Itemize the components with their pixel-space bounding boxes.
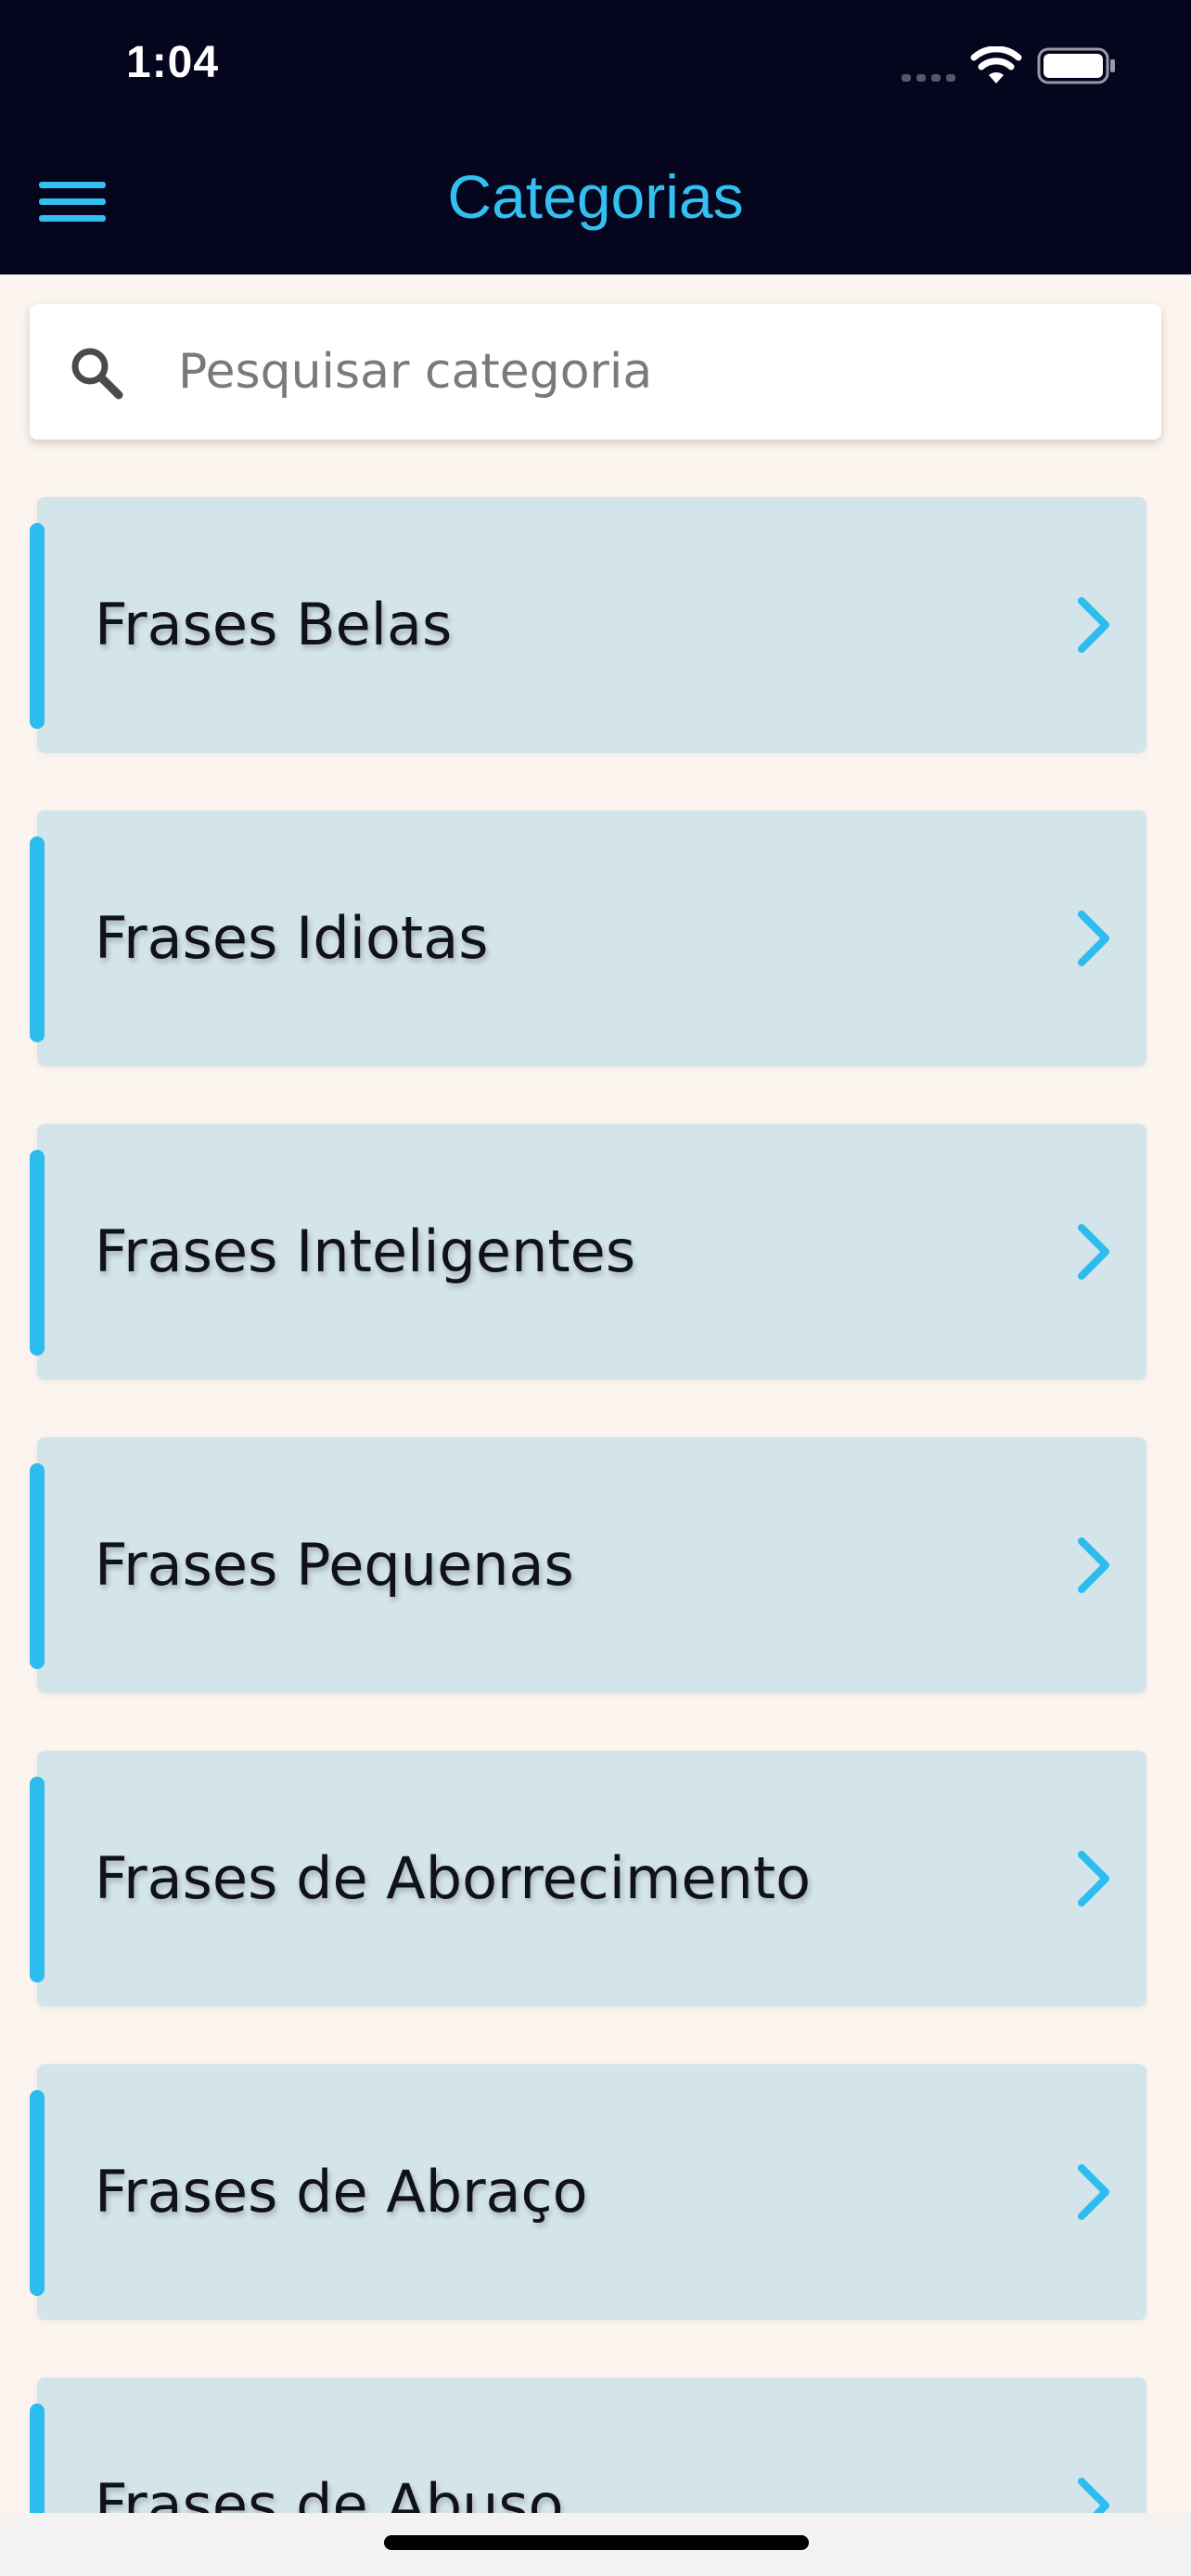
accent-bar	[30, 523, 45, 729]
category-item[interactable]: Frases Belas	[30, 497, 1146, 753]
category-label: Frases de Abuso	[95, 2471, 564, 2513]
chevron-right-icon	[1078, 597, 1109, 653]
chevron-right-icon	[1078, 911, 1109, 966]
status-bar: 1:04	[0, 0, 1191, 139]
accent-bar	[30, 2404, 45, 2513]
accent-bar	[30, 2090, 45, 2296]
wifi-icon	[970, 46, 1022, 83]
chevron-right-icon	[1078, 1851, 1109, 1906]
category-item[interactable]: Frases Inteligentes	[30, 1124, 1146, 1380]
category-item[interactable]: Frases Idiotas	[30, 810, 1146, 1066]
category-label: Frases Idiotas	[95, 904, 489, 972]
search-input[interactable]	[178, 332, 1124, 412]
chevron-right-icon	[1078, 1224, 1109, 1280]
accent-bar	[30, 836, 45, 1042]
navigation-bar: Categorias	[0, 139, 1191, 274]
category-label: Frases de Abraço	[95, 2158, 588, 2225]
category-item[interactable]: Frases de Aborrecimento	[30, 1751, 1146, 2007]
home-indicator[interactable]	[384, 2535, 809, 2550]
chevron-right-icon	[1078, 1537, 1109, 1593]
status-time: 1:04	[126, 38, 220, 87]
category-label: Frases de Aborrecimento	[95, 1844, 812, 1912]
category-item[interactable]: Frases Pequenas	[30, 1437, 1146, 1693]
accent-bar	[30, 1463, 45, 1669]
battery-icon	[1037, 47, 1115, 84]
category-label: Frases Pequenas	[95, 1531, 574, 1599]
chevron-right-icon	[1078, 2478, 1109, 2513]
accent-bar	[30, 1150, 45, 1356]
category-label: Frases Inteligentes	[95, 1218, 636, 1285]
search-icon	[71, 348, 123, 400]
cellular-signal-icon	[902, 74, 955, 82]
chevron-right-icon	[1078, 2164, 1109, 2220]
category-item[interactable]: Frases de Abraço	[30, 2064, 1146, 2320]
search-bar[interactable]	[30, 304, 1161, 440]
category-item[interactable]: Frases de Abuso	[30, 2378, 1146, 2513]
accent-bar	[30, 1777, 45, 1983]
page-title: Categorias	[447, 162, 744, 231]
category-list-screen: Frases Belas Frases Idiotas Frases Intel…	[0, 274, 1191, 2513]
category-label: Frases Belas	[95, 591, 453, 658]
